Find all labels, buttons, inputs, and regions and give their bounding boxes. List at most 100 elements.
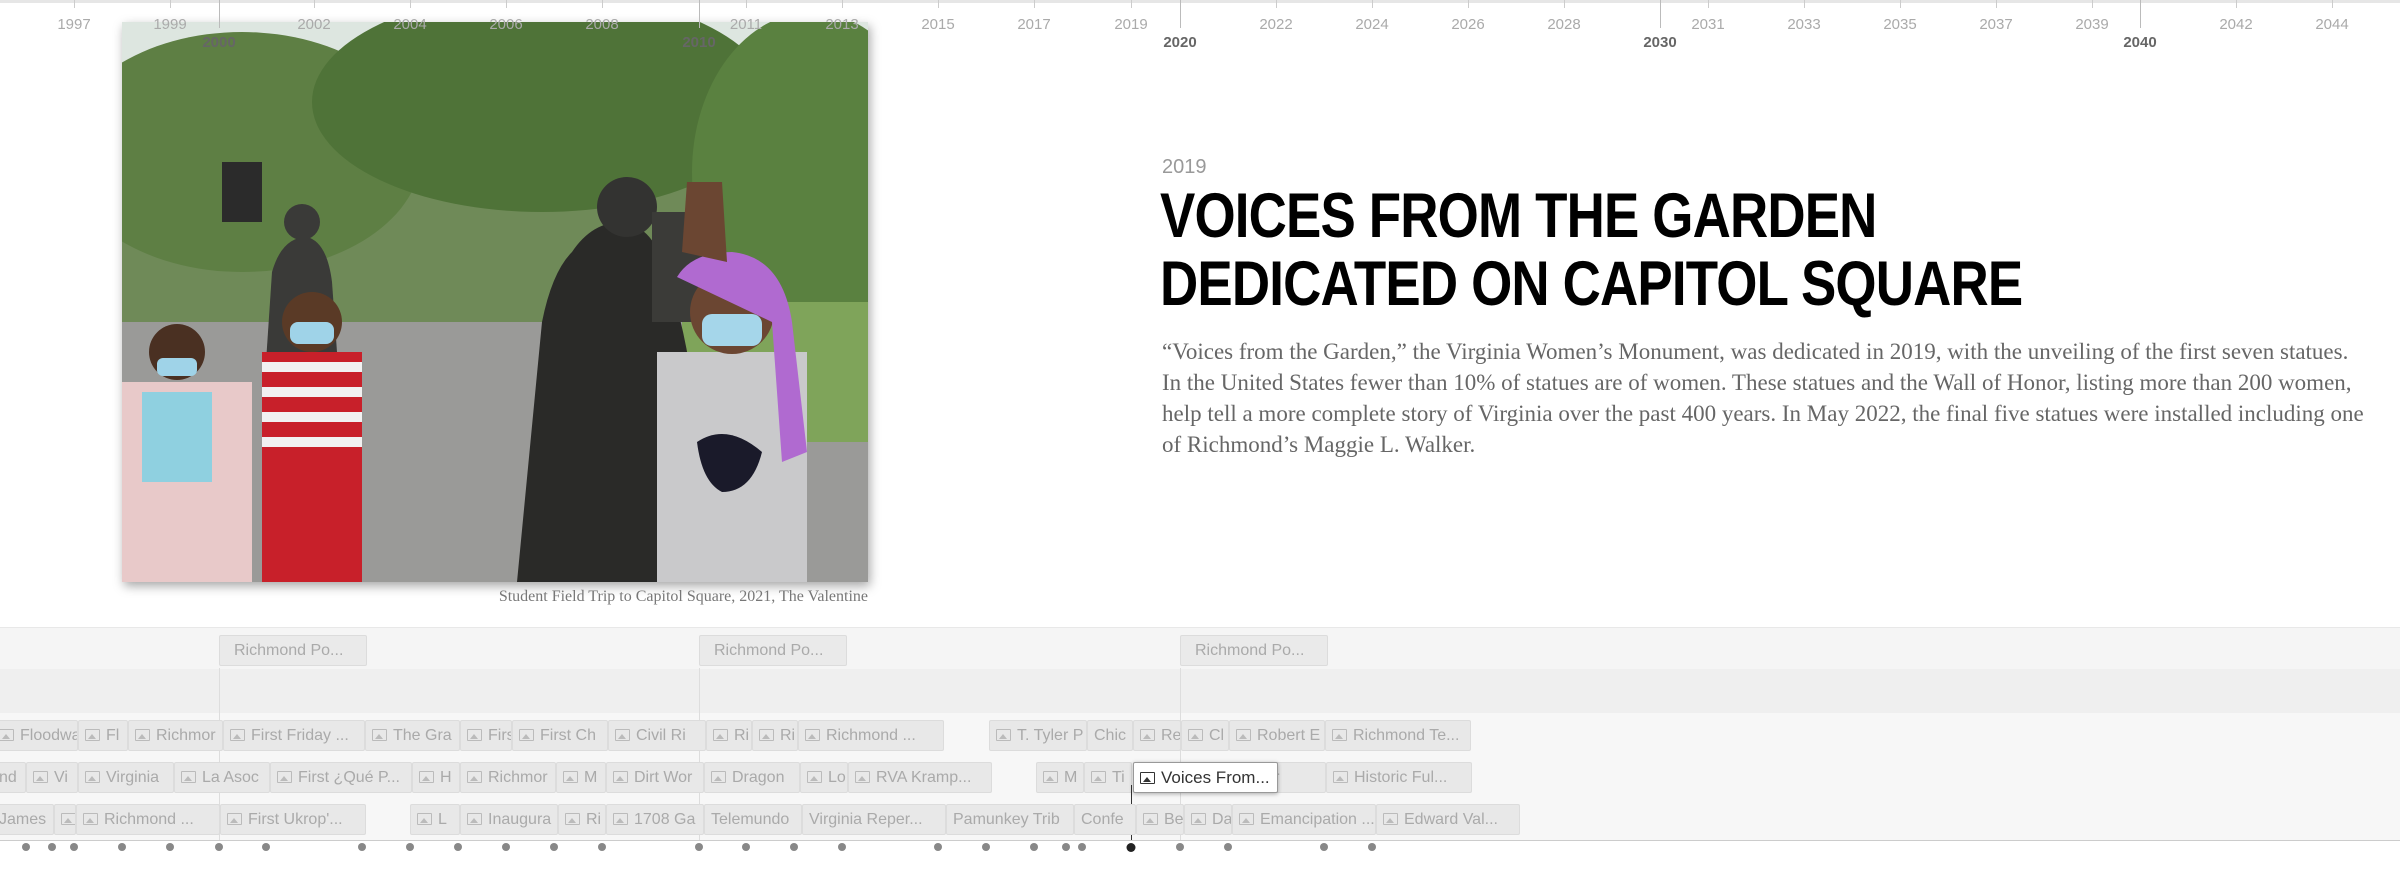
timeline-marker[interactable]: Vi bbox=[26, 762, 78, 793]
timeline-marker[interactable]: Dragon bbox=[704, 762, 800, 793]
timeline-marker[interactable]: Richmond Te... bbox=[1325, 720, 1471, 751]
event-dot[interactable] bbox=[982, 843, 990, 851]
event-dot[interactable] bbox=[70, 843, 78, 851]
timeline-marker[interactable]: James bbox=[0, 804, 54, 835]
event-dot[interactable] bbox=[166, 843, 174, 851]
timeline-marker[interactable]: Inaugura bbox=[460, 804, 558, 835]
timeline-marker[interactable]: T. Tyler P bbox=[989, 720, 1087, 751]
timeline-marker[interactable]: Civil Ri bbox=[608, 720, 706, 751]
event-dot[interactable] bbox=[695, 843, 703, 851]
event-dot[interactable] bbox=[118, 843, 126, 851]
axis-label: 2022 bbox=[1259, 16, 1293, 33]
timeline-marker[interactable]: Re bbox=[1133, 720, 1181, 751]
event-dot[interactable] bbox=[1320, 843, 1328, 851]
image-icon bbox=[467, 771, 482, 783]
era-marker[interactable]: Richmond Po... bbox=[1180, 635, 1328, 666]
timeline-marker[interactable]: First Ukrop'... bbox=[220, 804, 366, 835]
timeline-marker[interactable]: Virginia bbox=[78, 762, 174, 793]
timeline-marker[interactable]: Virginia Reper... bbox=[802, 804, 946, 835]
timeline-marker[interactable]: Ti bbox=[1084, 762, 1132, 793]
event-dot[interactable] bbox=[934, 843, 942, 851]
event-dot[interactable] bbox=[262, 843, 270, 851]
timeline-marker[interactable]: Richmond ... bbox=[798, 720, 944, 751]
timeline-marker[interactable]: nd bbox=[0, 762, 26, 793]
timeline-marker[interactable]: Telemundo bbox=[704, 804, 802, 835]
timeline-marker[interactable]: H bbox=[412, 762, 460, 793]
timeline-marker[interactable]: Pamunkey Trib bbox=[946, 804, 1074, 835]
timeline-marker[interactable]: RVA Kramp... bbox=[848, 762, 992, 793]
event-dot[interactable] bbox=[1062, 843, 1070, 851]
axis-label: 2042 bbox=[2219, 16, 2253, 33]
timeline-marker[interactable]: L bbox=[410, 804, 460, 835]
timeline-marker[interactable]: 1708 Ga bbox=[606, 804, 704, 835]
timeline-marker[interactable]: La Asoc bbox=[174, 762, 270, 793]
image-icon bbox=[711, 771, 726, 783]
timeline-marker[interactable]: Dirt Wor bbox=[606, 762, 704, 793]
event-dot[interactable] bbox=[838, 843, 846, 851]
event-dot[interactable] bbox=[1078, 843, 1086, 851]
axis-label: 1997 bbox=[57, 16, 91, 33]
event-dot[interactable] bbox=[1224, 843, 1232, 851]
event-dot[interactable] bbox=[22, 843, 30, 851]
axis-label: 2019 bbox=[1114, 16, 1148, 33]
event-dot[interactable] bbox=[550, 843, 558, 851]
timeline-marker[interactable]: Floodwa bbox=[0, 720, 78, 751]
timeline-marker[interactable]: First Ch bbox=[512, 720, 608, 751]
era-marker[interactable]: Richmond Po... bbox=[699, 635, 847, 666]
event-dot[interactable] bbox=[1176, 843, 1184, 851]
timeline-marker[interactable]: Be bbox=[1136, 804, 1184, 835]
timeline-marker[interactable]: Fl bbox=[78, 720, 128, 751]
event-dot[interactable] bbox=[406, 843, 414, 851]
axis-tick bbox=[410, 0, 411, 8]
timeline-marker[interactable]: Lo bbox=[800, 762, 848, 793]
event-dot[interactable] bbox=[502, 843, 510, 851]
timeline-marker[interactable]: Emancipation ... bbox=[1232, 804, 1376, 835]
event-dot[interactable] bbox=[1368, 843, 1376, 851]
axis-tick bbox=[1276, 0, 1277, 8]
event-dot[interactable] bbox=[742, 843, 750, 851]
timeline-marker[interactable]: Richmor bbox=[128, 720, 223, 751]
timeline-marker[interactable]: M bbox=[556, 762, 606, 793]
timeline-marker[interactable]: First bbox=[460, 720, 512, 751]
era-marker[interactable]: Richmond Po... bbox=[219, 635, 367, 666]
image-icon bbox=[1143, 813, 1158, 825]
event-dot[interactable] bbox=[598, 843, 606, 851]
event-dot[interactable] bbox=[454, 843, 462, 851]
event-dot-active[interactable] bbox=[1126, 843, 1136, 852]
axis-tick bbox=[2236, 0, 2237, 8]
axis-tick bbox=[2092, 0, 2093, 8]
image-icon bbox=[855, 771, 870, 783]
timeline-marker[interactable]: The Gra bbox=[365, 720, 460, 751]
image-icon bbox=[1383, 813, 1398, 825]
slide-headline: Voices from the Garden dedicated on Capi… bbox=[1160, 181, 2023, 319]
timeline-marker[interactable]: Historic Ful... bbox=[1326, 762, 1472, 793]
image-icon bbox=[1140, 729, 1155, 741]
timeline-marker[interactable] bbox=[54, 804, 76, 835]
timeline-marker[interactable]: Ri bbox=[558, 804, 606, 835]
event-dot[interactable] bbox=[358, 843, 366, 851]
timeline-marker[interactable]: M bbox=[1036, 762, 1084, 793]
timeline-marker[interactable]: Ri bbox=[706, 720, 752, 751]
event-dot[interactable] bbox=[790, 843, 798, 851]
axis-label: 2013 bbox=[825, 16, 859, 33]
event-dot[interactable] bbox=[215, 843, 223, 851]
axis-tick bbox=[170, 0, 171, 8]
timeline-marker[interactable]: Robert E bbox=[1229, 720, 1325, 751]
timeline-marker[interactable]: Ri bbox=[752, 720, 798, 751]
event-dot[interactable] bbox=[1030, 843, 1038, 851]
timeline-marker[interactable]: Da bbox=[1184, 804, 1232, 835]
timeline-marker[interactable]: Cl bbox=[1181, 720, 1229, 751]
event-dot[interactable] bbox=[48, 843, 56, 851]
timeline-marker[interactable]: Chic bbox=[1087, 720, 1133, 751]
image-icon bbox=[85, 771, 100, 783]
timeline-marker[interactable]: Confe bbox=[1074, 804, 1136, 835]
image-icon bbox=[230, 729, 245, 741]
axis-label: 2006 bbox=[489, 16, 523, 33]
timeline-marker[interactable]: First Friday ... bbox=[223, 720, 365, 751]
timeline-marker-active[interactable]: Voices From... bbox=[1133, 762, 1278, 793]
timeline-marker[interactable]: Richmond ... bbox=[76, 804, 220, 835]
timeline-marker[interactable]: First ¿Qué P... bbox=[270, 762, 412, 793]
timeline-marker[interactable]: Richmor bbox=[460, 762, 556, 793]
axis-label: 2037 bbox=[1979, 16, 2013, 33]
timeline-marker[interactable]: Edward Val... bbox=[1376, 804, 1520, 835]
